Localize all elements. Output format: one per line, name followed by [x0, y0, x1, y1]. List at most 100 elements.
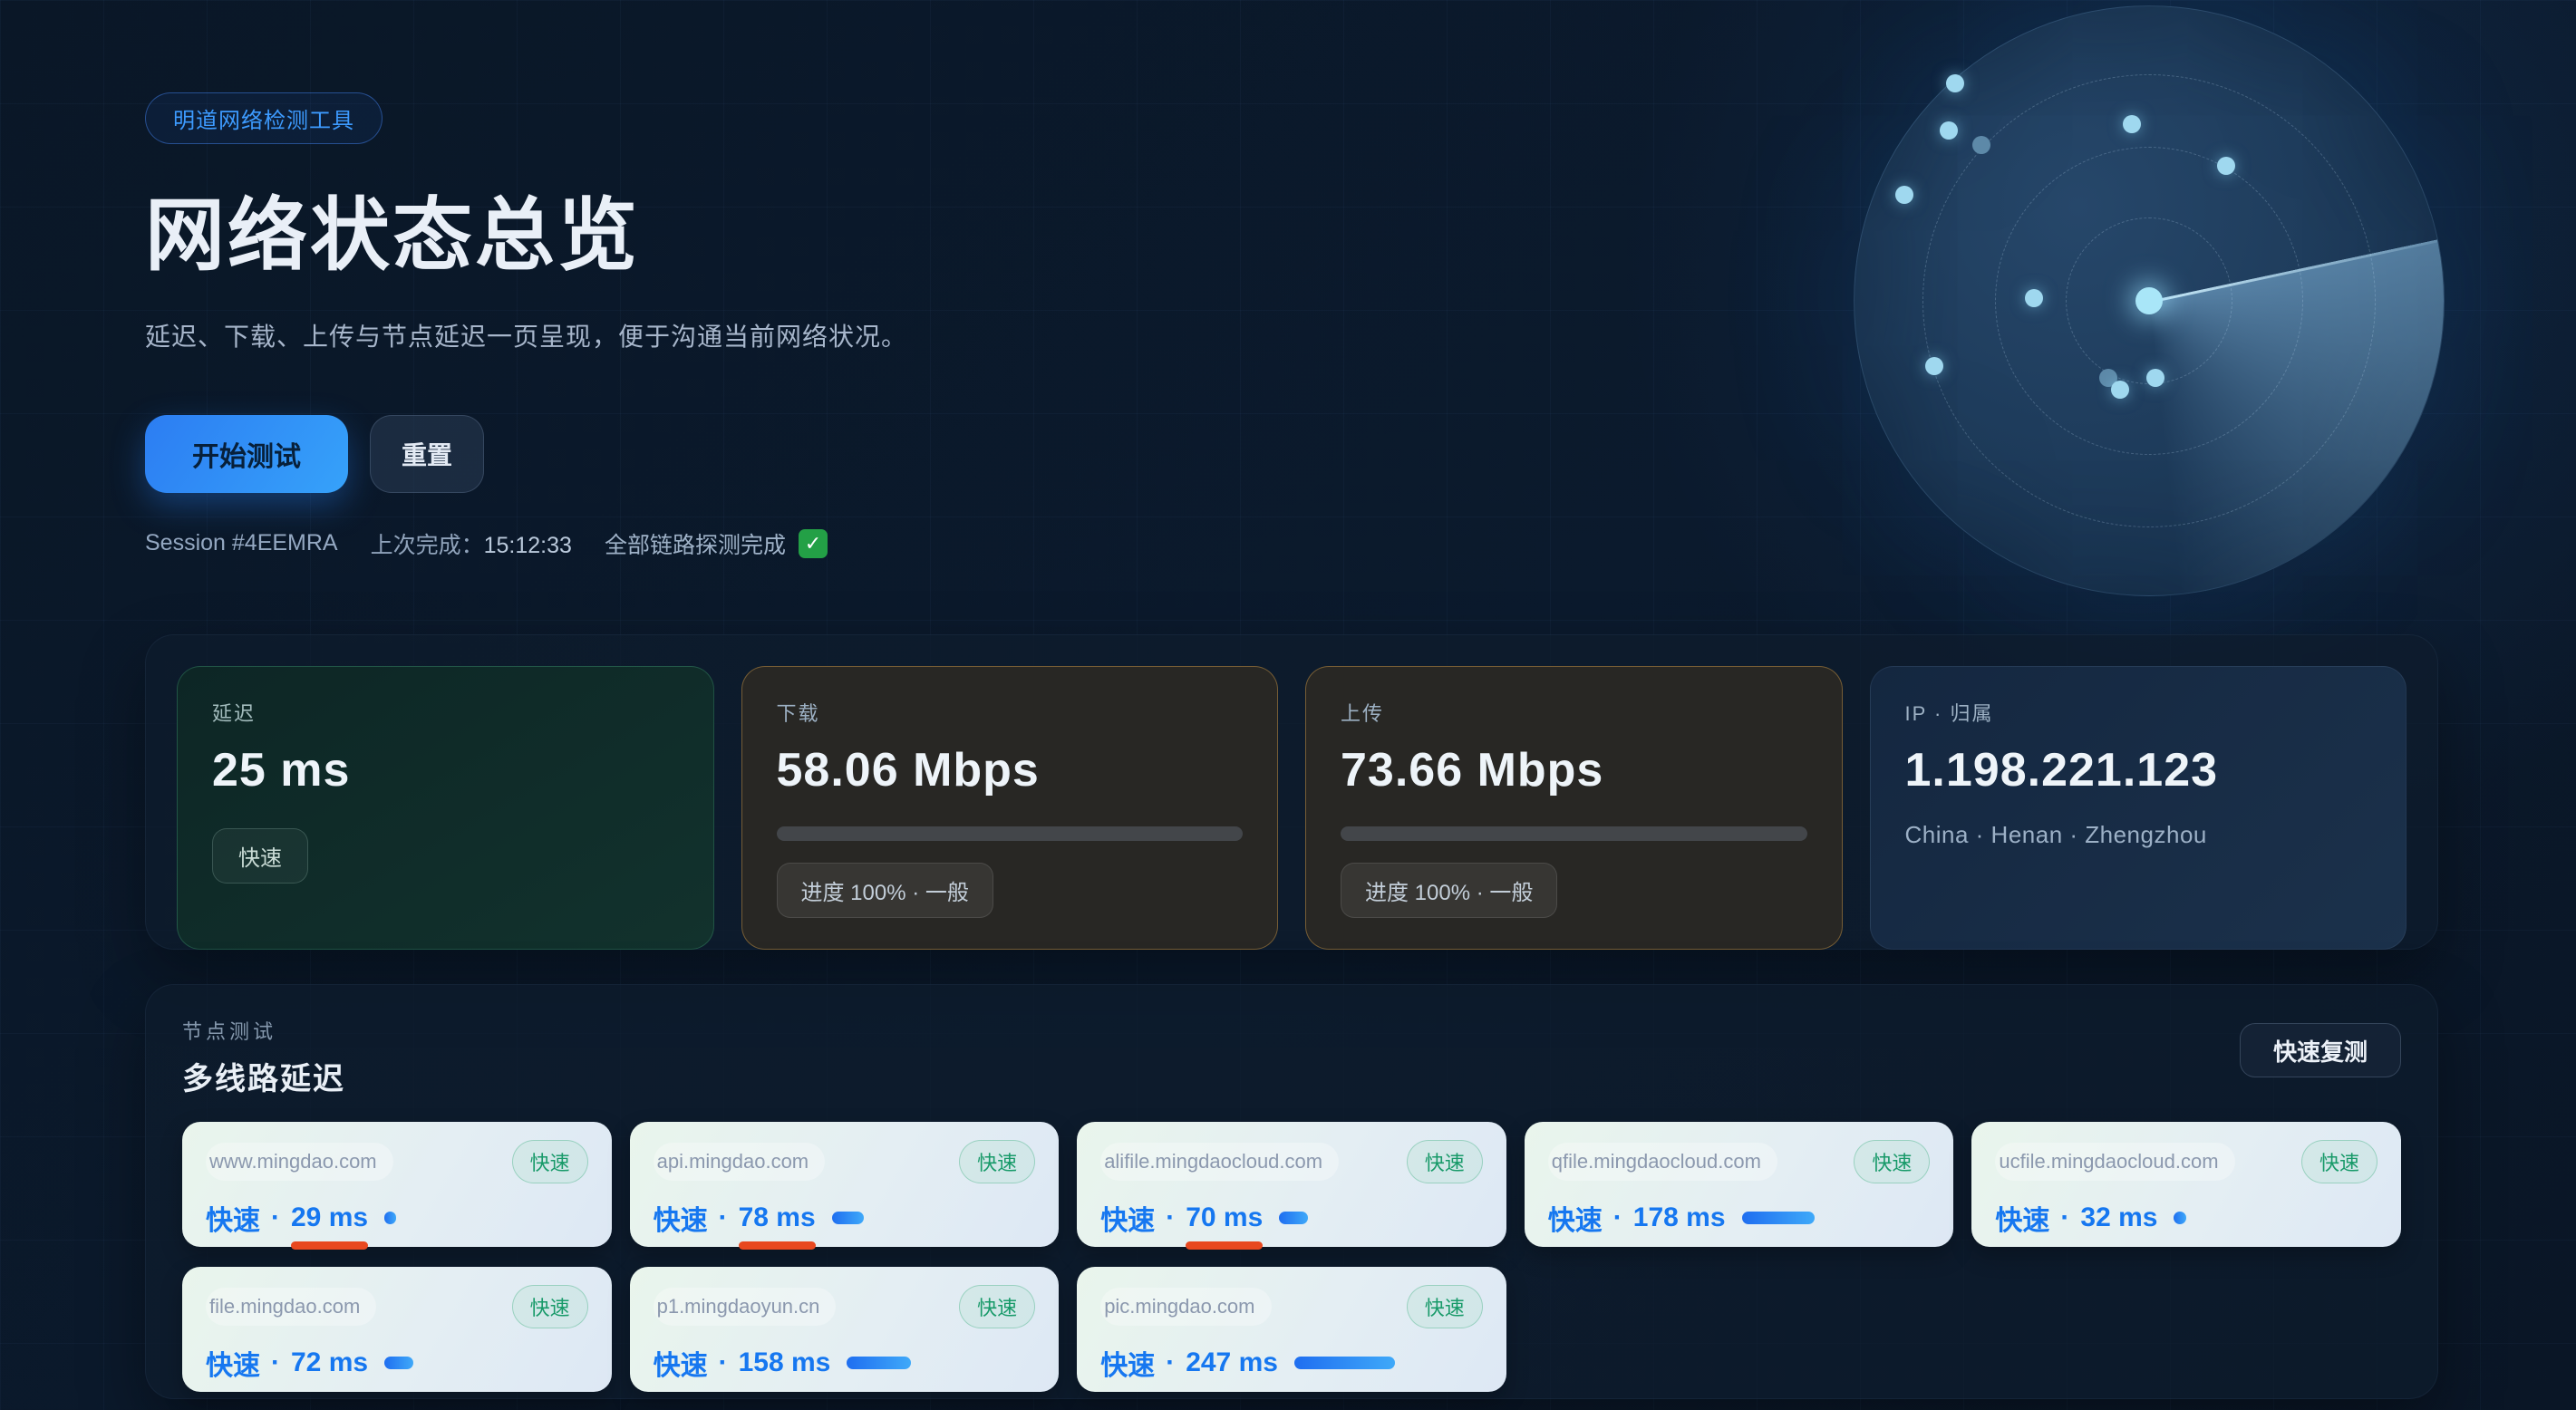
node-card-top: file.mingdao.com 快速 — [206, 1285, 588, 1328]
download-progress-chip: 进度 100% · 一般 — [777, 863, 993, 918]
node-card-top: alifile.mingdaocloud.com 快速 — [1100, 1140, 1483, 1183]
upload-label: 上传 — [1341, 698, 1807, 727]
node-result: 快速 · 78 ms — [654, 1198, 1036, 1238]
node-latency-bar — [1294, 1357, 1395, 1369]
session-status-row: Session #4EEMRA 上次完成：15:12:33 全部链路探测完成 ✓ — [145, 527, 2576, 560]
node-speed-badge: 快速 — [1854, 1140, 1930, 1183]
node-latency-value: 78 ms — [739, 1202, 816, 1233]
node-result: 快速 · 72 ms — [206, 1343, 588, 1383]
node-latency-value: 158 ms — [739, 1347, 831, 1378]
node-result-status: 快速 — [1995, 1198, 2049, 1238]
ip-location: China · Henan · Zhengzhou — [1905, 821, 2372, 849]
probe-status: 全部链路探测完成 ✓ — [605, 527, 828, 560]
node-card-top: api.mingdao.com 快速 — [654, 1140, 1036, 1183]
node-latency-value: 72 ms — [291, 1347, 368, 1378]
nodes-panel: 节点测试 多线路延迟 快速复测 www.mingdao.com 快速 快速 · … — [145, 984, 2438, 1399]
node-latency-bar — [832, 1212, 864, 1224]
node-speed-badge: 快速 — [512, 1140, 588, 1183]
download-value: 58.06 Mbps — [777, 743, 1244, 797]
node-latency-bar — [1279, 1212, 1308, 1224]
node-latency-bar — [384, 1212, 396, 1224]
node-card-top: pic.mingdao.com 快速 — [1100, 1285, 1483, 1328]
node-result: 快速 · 247 ms — [1100, 1343, 1483, 1383]
last-completed-label: 上次完成： — [371, 533, 484, 558]
node-card[interactable]: pic.mingdao.com 快速 快速 · 247 ms — [1077, 1267, 1506, 1392]
download-label: 下载 — [777, 698, 1244, 727]
node-card[interactable]: qfile.mingdaocloud.com 快速 快速 · 178 ms — [1525, 1122, 1954, 1247]
node-card-top: ucfile.mingdaocloud.com 快速 — [1995, 1140, 2377, 1183]
start-test-button[interactable]: 开始测试 — [145, 415, 348, 493]
ip-value: 1.198.221.123 — [1905, 743, 2372, 797]
stats-panel: 延迟 25 ms 快速 下载 58.06 Mbps 进度 100% · 一般 上… — [145, 634, 2438, 950]
last-completed: 上次完成：15:12:33 — [371, 527, 572, 560]
node-host: ucfile.mingdaocloud.com — [1995, 1143, 2234, 1181]
node-card[interactable]: ucfile.mingdaocloud.com 快速 快速 · 32 ms — [1971, 1122, 2401, 1247]
node-speed-badge: 快速 — [1407, 1140, 1483, 1183]
reset-button[interactable]: 重置 — [370, 415, 484, 493]
node-latency-bar — [384, 1357, 413, 1369]
node-result: 快速 · 32 ms — [1995, 1198, 2377, 1238]
node-card[interactable]: api.mingdao.com 快速 快速 · 78 ms — [630, 1122, 1060, 1247]
node-card[interactable]: alifile.mingdaocloud.com 快速 快速 · 70 ms — [1077, 1122, 1506, 1247]
node-card[interactable]: www.mingdao.com 快速 快速 · 29 ms — [182, 1122, 612, 1247]
node-speed-badge: 快速 — [2301, 1140, 2377, 1183]
node-result-separator: · — [719, 1202, 728, 1233]
node-host: file.mingdao.com — [206, 1288, 376, 1326]
session-id: Session #4EEMRA — [145, 530, 338, 556]
node-result: 快速 · 158 ms — [654, 1343, 1036, 1383]
node-latency-value: 32 ms — [2080, 1202, 2157, 1233]
nodes-header: 节点测试 多线路延迟 快速复测 — [182, 1016, 2401, 1098]
node-card[interactable]: p1.mingdaoyun.cn 快速 快速 · 158 ms — [630, 1267, 1060, 1392]
node-result-separator: · — [1166, 1202, 1175, 1233]
action-buttons: 开始测试 重置 — [145, 415, 2576, 493]
node-result: 快速 · 178 ms — [1548, 1198, 1931, 1238]
node-speed-badge: 快速 — [959, 1140, 1035, 1183]
nodes-eyebrow: 节点测试 — [182, 1016, 345, 1045]
latency-chip: 快速 — [212, 828, 308, 884]
node-result-status: 快速 — [654, 1343, 708, 1383]
node-result-status: 快速 — [1100, 1198, 1155, 1238]
hero-section: 明道网络检测工具 网络状态总览 延迟、下载、上传与节点延迟一页呈现，便于沟通当前… — [0, 0, 2576, 560]
ip-card: IP · 归属 1.198.221.123 China · Henan · Zh… — [1870, 666, 2407, 950]
node-latency-value: 70 ms — [1186, 1202, 1263, 1233]
node-host: pic.mingdao.com — [1100, 1288, 1271, 1326]
upload-progress-chip: 进度 100% · 一般 — [1341, 863, 1557, 918]
node-latency-bar — [847, 1357, 911, 1369]
node-result-status: 快速 — [1100, 1343, 1155, 1383]
node-host: qfile.mingdaocloud.com — [1548, 1143, 1777, 1181]
node-result-separator: · — [1613, 1202, 1622, 1233]
node-result-separator: · — [719, 1347, 728, 1378]
node-result-separator: · — [271, 1347, 280, 1378]
upload-card: 上传 73.66 Mbps 进度 100% · 一般 — [1305, 666, 1843, 950]
node-latency-value: 29 ms — [291, 1202, 368, 1233]
node-card-top: p1.mingdaoyun.cn 快速 — [654, 1285, 1036, 1328]
download-progress-track — [777, 826, 1244, 841]
node-latency-value: 178 ms — [1633, 1202, 1726, 1233]
ip-label: IP · 归属 — [1905, 698, 2372, 727]
retest-button[interactable]: 快速复测 — [2240, 1023, 2401, 1077]
node-host: alifile.mingdaocloud.com — [1100, 1143, 1339, 1181]
node-speed-badge: 快速 — [1407, 1285, 1483, 1328]
node-result: 快速 · 29 ms — [206, 1198, 588, 1238]
node-latency-value: 247 ms — [1186, 1347, 1278, 1378]
probe-status-text: 全部链路探测完成 — [605, 527, 786, 560]
check-icon: ✓ — [799, 529, 828, 558]
node-speed-badge: 快速 — [512, 1285, 588, 1328]
upload-progress-fill — [1341, 826, 1807, 841]
nodes-header-titles: 节点测试 多线路延迟 — [182, 1016, 345, 1098]
latency-label: 延迟 — [212, 698, 679, 727]
node-card-top: www.mingdao.com 快速 — [206, 1140, 588, 1183]
page-title: 网络状态总览 — [145, 191, 2576, 281]
node-host: p1.mingdaoyun.cn — [654, 1288, 837, 1326]
page-subtitle: 延迟、下载、上传与节点延迟一页呈现，便于沟通当前网络状况。 — [145, 317, 2576, 353]
node-host: www.mingdao.com — [206, 1143, 393, 1181]
node-host: api.mingdao.com — [654, 1143, 826, 1181]
nodes-title: 多线路延迟 — [182, 1054, 345, 1098]
node-card[interactable]: file.mingdao.com 快速 快速 · 72 ms — [182, 1267, 612, 1392]
latency-card: 延迟 25 ms 快速 — [177, 666, 714, 950]
last-completed-time: 15:12:33 — [484, 533, 572, 558]
node-result: 快速 · 70 ms — [1100, 1198, 1483, 1238]
node-result-status: 快速 — [654, 1198, 708, 1238]
nodes-grid: www.mingdao.com 快速 快速 · 29 ms api.mingda… — [182, 1122, 2401, 1392]
node-result-status: 快速 — [206, 1343, 260, 1383]
